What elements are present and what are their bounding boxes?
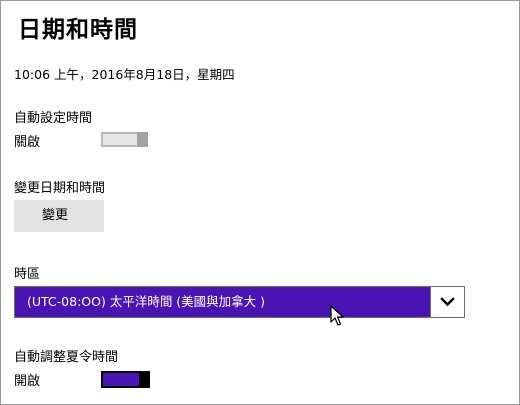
mouse-cursor-icon xyxy=(330,305,344,326)
dst-toggle[interactable] xyxy=(101,371,150,388)
dst-state-label: 開啟 xyxy=(14,374,41,389)
toggle-thumb xyxy=(137,132,148,147)
settings-panel: 日期和時間 10:06 上午，2016年8月18日，星期四 自動設定時間 關啟 … xyxy=(0,0,520,405)
timezone-dropdown[interactable]: (UTC-08:OO) 太平洋時間 (美國與加拿大 ) xyxy=(14,286,465,318)
auto-time-toggle[interactable] xyxy=(101,132,148,147)
change-button[interactable]: 變更 xyxy=(14,200,104,232)
toggle-thumb xyxy=(139,371,150,388)
dst-label: 自動調整夏令時間 xyxy=(14,350,119,365)
current-datetime: 10:06 上午，2016年8月18日，星期四 xyxy=(14,67,235,82)
page-title: 日期和時間 xyxy=(18,17,138,43)
timezone-label: 時區 xyxy=(14,267,41,282)
auto-time-label: 自動設定時間 xyxy=(14,111,93,126)
change-datetime-label: 變更日期和時間 xyxy=(14,181,106,196)
timezone-selected-value: (UTC-08:OO) 太平洋時間 (美國與加拿大 ) xyxy=(27,294,266,309)
chevron-down-icon[interactable] xyxy=(430,287,464,317)
auto-time-state-label: 關啟 xyxy=(14,135,41,150)
